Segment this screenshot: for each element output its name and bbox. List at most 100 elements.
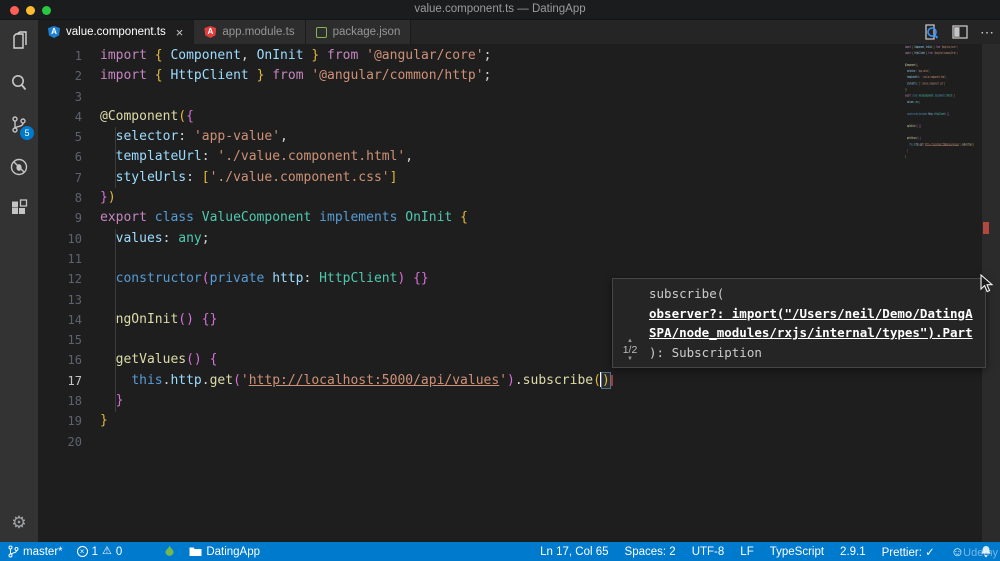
code-line[interactable]: 2 import { HttpClient } from '@angular/co… [38,66,1000,86]
extensions-icon[interactable] [0,192,38,226]
flame-icon[interactable] [164,545,175,558]
more-actions-icon[interactable]: ⋯ [980,25,994,39]
cursor-position[interactable]: Ln 17, Col 65 [540,546,608,558]
code-line[interactable]: 5 selector: 'app-value', [38,127,1000,147]
close-icon[interactable]: × [176,25,184,40]
line-number: 18 [67,394,82,409]
code-token: } [115,393,124,409]
line-content [82,249,100,269]
minimap[interactable]: import { Component, OnInit } from '@angu… [905,44,978,174]
code-line[interactable]: 9 export class ValueComponent implements … [38,208,1000,228]
editor-tab[interactable]: Aapp.module.ts [194,20,306,44]
activity-bar: 5 ⚙ [0,20,38,542]
code-token: OnInit [256,48,304,63]
code-token: [ [201,169,210,185]
language-mode[interactable]: TypeScript [770,546,824,558]
code-line[interactable]: 1 import { Component, OnInit } from '@ang… [38,46,1000,66]
code-token: : [162,230,179,246]
line-number: 17 [67,373,82,388]
prettier-status[interactable]: Prettier: ✓ [882,545,935,559]
signature-param-line-1: observer?: import("/Users/neil/Demo/Dati… [649,305,973,321]
source-control-icon[interactable]: 5 [0,108,38,142]
code-token: ) [600,371,611,389]
code-line[interactable]: 3 [38,87,1000,107]
line-number: 14 [67,312,82,327]
code-line[interactable]: 8}) [38,188,1000,208]
code-token: ' [499,372,508,388]
code-token: { [154,68,163,84]
indentation[interactable]: Spaces: 2 [625,546,676,558]
git-branch-item[interactable]: master* [8,545,63,558]
signature-pager[interactable]: ▲ 1/2 ▼ [617,338,643,362]
explorer-icon[interactable] [0,24,38,58]
code-token: getValues [115,352,187,368]
eol-sequence[interactable]: LF [740,546,753,558]
code-line[interactable]: 4 @Component({ [38,107,1000,127]
code-line[interactable]: 18 } [38,391,1000,411]
line-number: 1 [74,49,82,63]
line-content: templateUrl: './value.component.html', [82,147,413,167]
chevron-down-icon[interactable]: ▼ [617,356,643,362]
open-preview-icon[interactable] [922,23,940,41]
code-line[interactable]: 17 this.http.get('http://localhost:5000/… [38,371,1000,391]
code-token: ValueComponent [201,210,312,226]
line-number: 15 [67,333,82,348]
code-token: export [100,210,147,226]
code-token: selector [115,129,179,145]
parameter-hints-tooltip: ▲ 1/2 ▼ subscribe( observer?: import("/U… [612,278,986,368]
warning-icon: ⚠ [102,545,112,557]
code-token: . [514,372,523,388]
code-line[interactable]: 20 [38,432,1000,452]
code-line[interactable]: 7 styleUrls: ['./value.component.css'] [38,168,1000,188]
code-line[interactable]: 6 templateUrl: './value.component.html', [38,147,1000,167]
code-token: from [327,48,359,63]
code-line[interactable]: 19} [38,411,1000,431]
status-right: Ln 17, Col 65 Spaces: 2 UTF-8 LF TypeScr… [524,542,992,561]
code-token: () [178,311,194,327]
folder-item[interactable]: DatingApp [189,546,260,558]
code-token: : [303,271,320,287]
code-token: ) [507,372,515,388]
signature-count: 1/2 [622,344,638,356]
code-token: } [100,190,108,206]
signature-open: subscribe( [649,286,725,301]
line-content: export class ValueComponent implements O… [82,208,468,228]
feedback-smiley-icon[interactable]: ☺ [951,544,964,559]
line-content: this.http.get('http://localhost:5000/api… [82,371,611,391]
editor-tab[interactable]: Avalue.component.ts × [38,20,195,44]
problems-item[interactable]: × 1 ⚠ 0 [76,545,122,558]
line-number: 9 [74,211,82,226]
code-token: subscribe [522,372,594,388]
code-token: . [201,372,210,388]
line-content [82,432,100,452]
line-number: 8 [74,191,82,206]
tab-label: package.json [332,26,401,38]
code-token: ( [178,108,187,124]
npm-icon [315,26,327,38]
line-content: }) [82,188,116,208]
code-token: , [280,129,288,145]
code-token: { [154,48,163,63]
line-content: @Component({ [82,107,194,127]
code-token: '@angular/common/http' [311,68,484,84]
debug-icon[interactable] [0,150,38,184]
tab-label: app.module.ts [222,26,295,38]
code-line[interactable]: 11 [38,249,1000,269]
line-number: 6 [74,150,82,165]
settings-gear-icon[interactable]: ⚙ [0,506,38,540]
editor-tab[interactable]: package.json [305,20,412,44]
search-icon[interactable] [0,66,38,100]
ts-version[interactable]: 2.9.1 [840,546,866,558]
encoding[interactable]: UTF-8 [692,546,725,558]
code-token: this [131,372,163,388]
split-editor-icon[interactable] [952,25,968,39]
line-content: } [82,391,124,411]
code-line[interactable]: 10 values: any; [38,229,1000,249]
code-token: 'app-value' [193,129,281,145]
